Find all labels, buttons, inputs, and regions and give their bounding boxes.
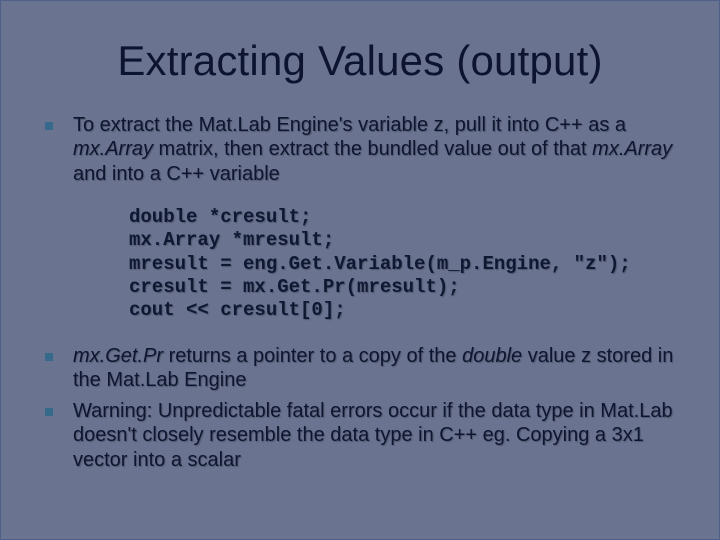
bullet-square-icon xyxy=(45,353,53,361)
bullet-text-2: mx.Get.Pr returns a pointer to a copy of… xyxy=(73,344,683,393)
bullet-item-1: To extract the Mat.Lab Engine's variable… xyxy=(45,113,683,186)
slide-title: Extracting Values (output) xyxy=(37,37,683,85)
bullet-item-2: mx.Get.Pr returns a pointer to a copy of… xyxy=(45,344,683,393)
bullet-list: To extract the Mat.Lab Engine's variable… xyxy=(45,113,683,186)
slide: Extracting Values (output) To extract th… xyxy=(0,0,720,540)
code-block: double *cresult; mx.Array *mresult; mres… xyxy=(129,206,683,322)
bullet-square-icon xyxy=(45,122,53,130)
bullet-list-2: mx.Get.Pr returns a pointer to a copy of… xyxy=(45,344,683,472)
bullet-text-3: Warning: Unpredictable fatal errors occu… xyxy=(73,399,683,472)
bullet-item-3: Warning: Unpredictable fatal errors occu… xyxy=(45,399,683,472)
bullet-square-icon xyxy=(45,408,53,416)
bullet-text-1: To extract the Mat.Lab Engine's variable… xyxy=(73,113,683,186)
